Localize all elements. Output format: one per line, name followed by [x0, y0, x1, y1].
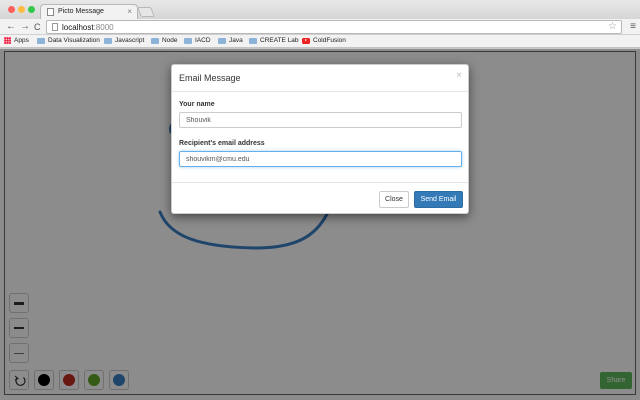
browser-titlebar: Picto Message × — [0, 0, 640, 19]
page-icon — [47, 8, 54, 16]
page-icon — [52, 23, 58, 31]
youtube-icon — [302, 37, 310, 44]
window-close-button[interactable] — [8, 6, 15, 13]
close-button[interactable]: Close — [379, 191, 409, 208]
browser-menu-icon[interactable]: ≡ — [630, 21, 636, 33]
reload-icon[interactable]: C — [34, 21, 41, 33]
bookmark-data-visualization[interactable]: Data Visualization — [37, 37, 100, 44]
modal-footer: Close Send Email — [172, 182, 468, 215]
bookmark-node[interactable]: Node — [151, 37, 178, 44]
apps-grid-icon — [4, 37, 11, 44]
folder-icon — [151, 37, 159, 44]
bookmarks-bar: Apps Data Visualization Javascript Node … — [0, 35, 640, 48]
modal-title: Email Message — [179, 73, 241, 83]
folder-icon — [104, 37, 112, 44]
name-label: Your name — [179, 101, 215, 108]
bookmark-apps[interactable]: Apps — [4, 37, 29, 44]
address-bar[interactable]: localhost:8000 ☆ — [46, 20, 622, 34]
send-email-button[interactable]: Send Email — [414, 191, 463, 208]
bookmark-java[interactable]: Java — [218, 37, 243, 44]
tab-title: Picto Message — [58, 8, 104, 15]
modal-header: Email Message × — [172, 65, 468, 92]
email-modal: Email Message × Your name Recipient's em… — [171, 64, 469, 214]
bookmark-create-lab[interactable]: CREATE Lab — [249, 37, 299, 44]
url-text: localhost:8000 — [62, 23, 114, 32]
window-minimize-button[interactable] — [18, 6, 25, 13]
name-input[interactable] — [179, 112, 462, 128]
tab-close-icon[interactable]: × — [127, 7, 132, 16]
email-input[interactable] — [179, 151, 462, 167]
back-icon[interactable]: ← — [6, 21, 16, 33]
folder-icon — [249, 37, 257, 44]
window-maximize-button[interactable] — [28, 6, 35, 13]
bookmark-iacd[interactable]: IACD — [184, 37, 211, 44]
close-icon[interactable]: × — [456, 71, 462, 81]
browser-toolbar: ← → C localhost:8000 ☆ ≡ — [0, 19, 640, 35]
folder-icon — [184, 37, 192, 44]
folder-icon — [37, 37, 45, 44]
folder-icon — [218, 37, 226, 44]
browser-tab[interactable]: Picto Message × — [40, 4, 138, 19]
forward-icon[interactable]: → — [20, 21, 30, 33]
bookmark-coldfusion[interactable]: ColdFusion — [302, 37, 346, 44]
page-viewport: Share Email Message × Your name Recipien… — [0, 49, 640, 400]
new-tab-button[interactable] — [137, 7, 155, 17]
bookmark-javascript[interactable]: Javascript — [104, 37, 144, 44]
bookmark-star-icon[interactable]: ☆ — [608, 21, 617, 32]
email-label: Recipient's email address — [179, 140, 265, 147]
